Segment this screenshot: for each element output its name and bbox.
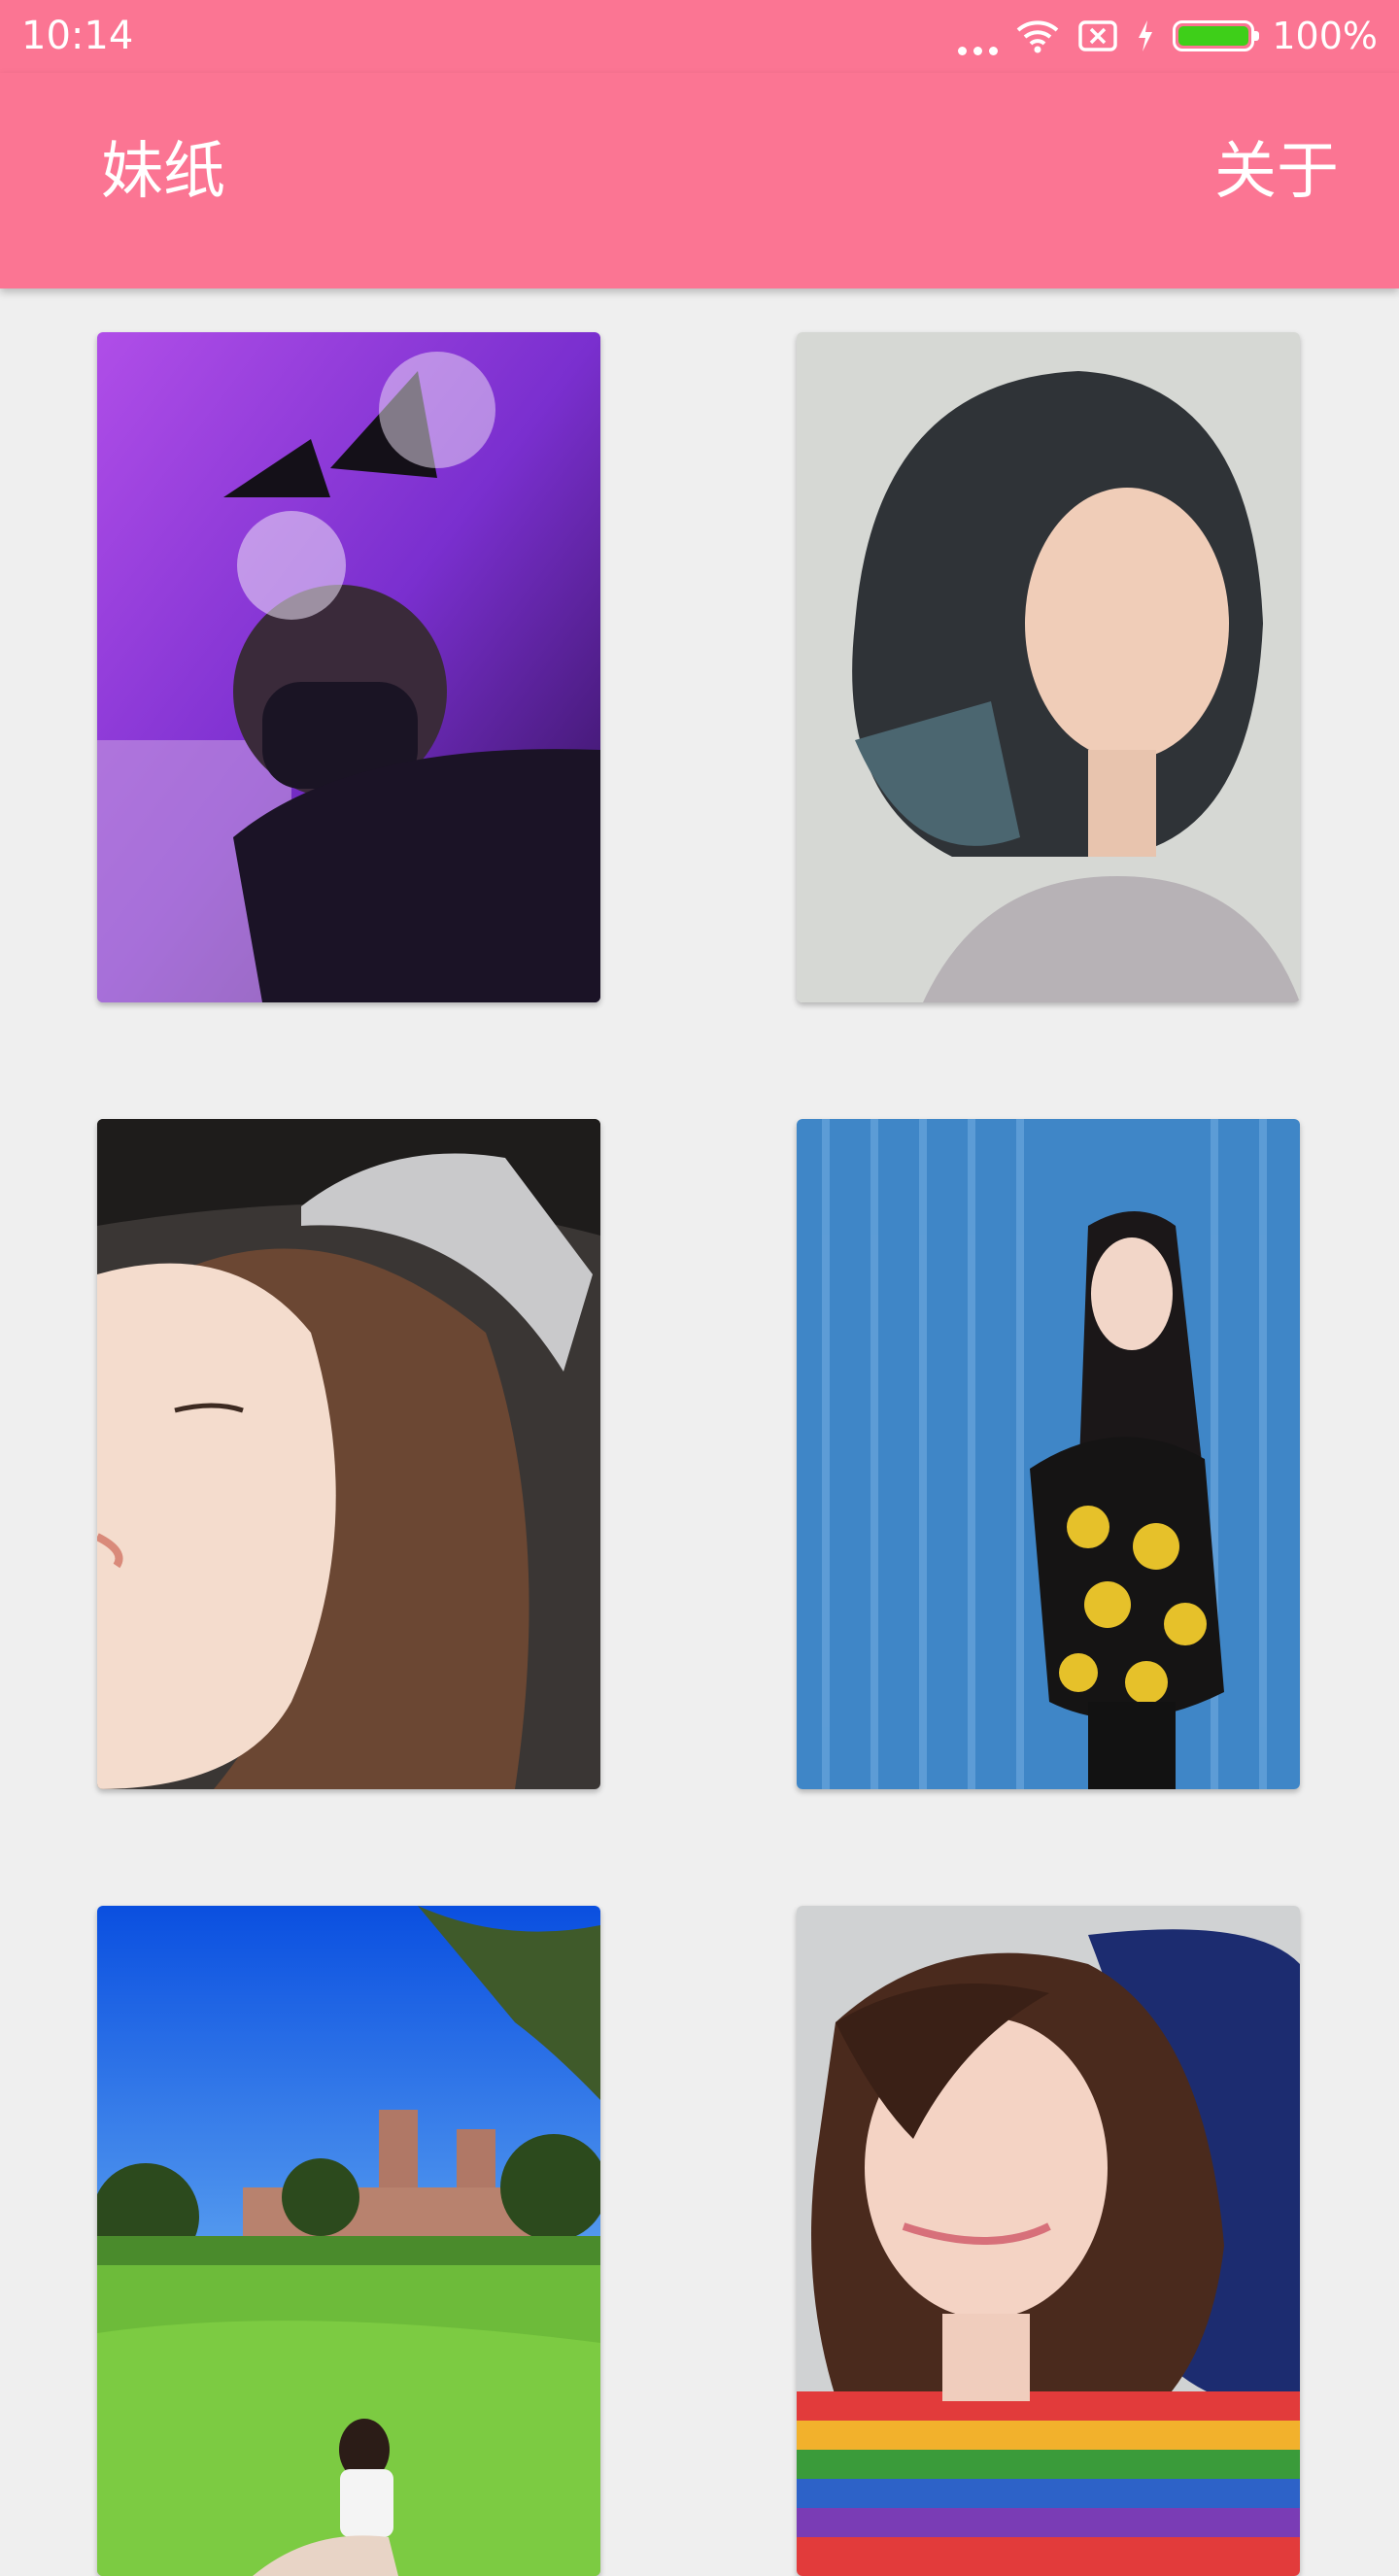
photo-card[interactable] [97, 1906, 600, 2576]
photo-card[interactable] [797, 332, 1300, 1002]
photo-card[interactable] [97, 1119, 600, 1789]
battery-percent: 100% [1272, 15, 1378, 57]
more-dots-icon [958, 17, 999, 55]
photo-image [797, 1119, 1300, 1789]
about-button[interactable]: 关于 [1214, 137, 1339, 207]
photo-image [797, 1906, 1300, 2576]
photo-card[interactable] [797, 1906, 1300, 2576]
battery-icon [1173, 20, 1260, 51]
app-bar: 妹纸 关于 [0, 73, 1399, 288]
status-icons: 100% [958, 12, 1378, 60]
charging-icon [1139, 20, 1153, 51]
photo-card[interactable] [797, 1119, 1300, 1789]
no-sim-icon [1078, 20, 1118, 51]
photo-image [797, 332, 1300, 1002]
photo-image [97, 332, 600, 1002]
photo-image [97, 1119, 600, 1789]
status-time: 10:14 [21, 14, 134, 58]
status-bar: 10:14 100% [0, 0, 1399, 73]
photo-image [97, 1906, 600, 2576]
page-title: 妹纸 [101, 136, 225, 208]
wifi-icon [1017, 20, 1059, 53]
photo-card[interactable] [97, 332, 600, 1002]
